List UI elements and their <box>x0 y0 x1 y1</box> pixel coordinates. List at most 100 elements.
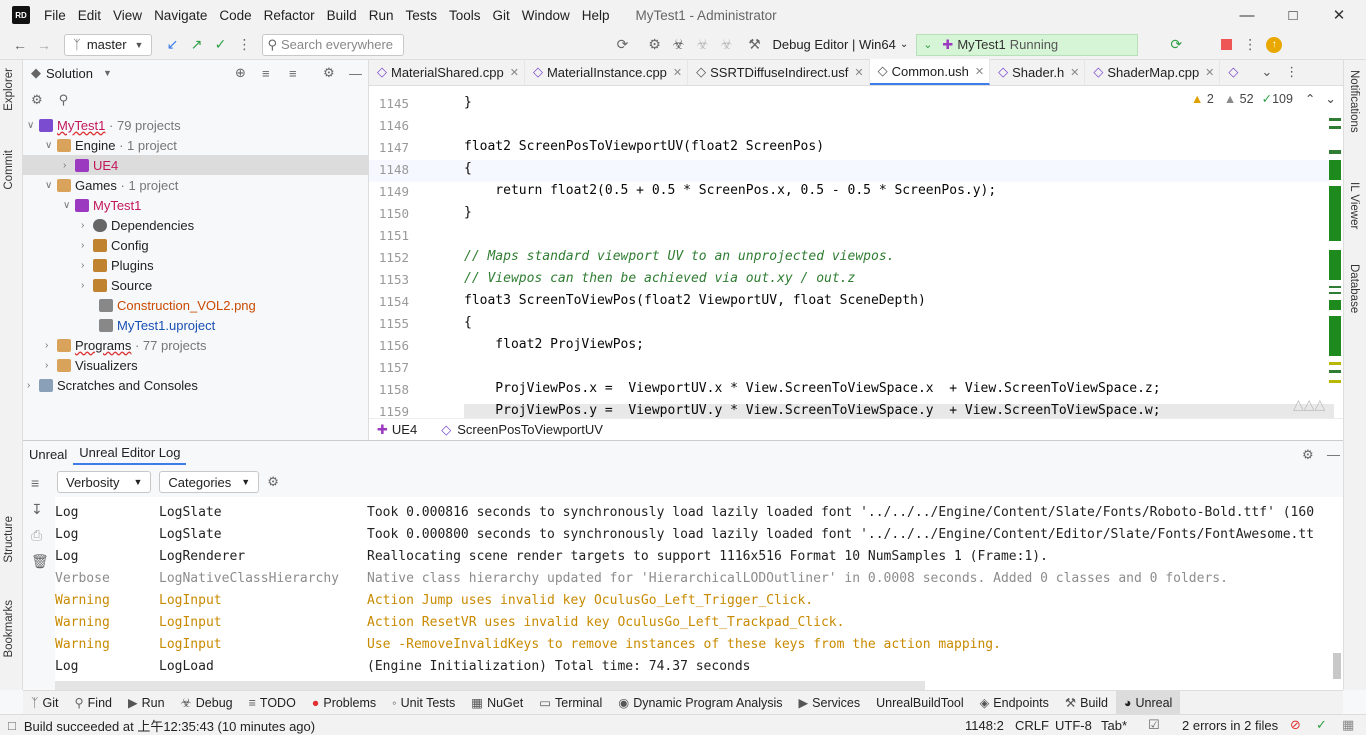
tab-unreal-editor-log[interactable]: Unreal Editor Log <box>73 445 187 465</box>
forward-arrow-icon[interactable]: → <box>32 33 56 57</box>
memory-indicator-icon[interactable]: ▦ <box>1342 717 1354 733</box>
tool-tab-services[interactable]: ▶ Services <box>791 691 869 715</box>
explorer-options-icon[interactable]: ⚙ <box>31 92 43 108</box>
solution-title[interactable]: Solution <box>46 66 93 81</box>
verbosity-dropdown[interactable]: Verbosity ▼ <box>57 471 152 493</box>
marker[interactable] <box>1329 316 1341 356</box>
log-row[interactable]: Verbose LogNativeClassHierarchy Native cla… <box>55 567 1343 589</box>
more-icon[interactable]: ⋮ <box>232 33 256 57</box>
code-editor[interactable]: 1145 1146 1147 1148 1149 1150 1151 1152 … <box>369 86 1343 418</box>
more-tabs-icon[interactable]: ◇ <box>1220 59 1243 85</box>
tool-tab-git[interactable]: ᛉ Git <box>23 691 67 715</box>
minimize-button[interactable]: — <box>1224 0 1270 30</box>
trash-icon[interactable]: 🗑 <box>31 553 49 570</box>
marker[interactable] <box>1329 370 1341 373</box>
commit-tab[interactable]: Commit <box>3 150 15 190</box>
settings-gear-icon[interactable]: ⚙ <box>267 474 279 490</box>
caret-position[interactable]: 1148:2 <box>965 718 1004 733</box>
il-viewer-tab[interactable]: IL Viewer <box>1348 182 1360 229</box>
tab-shader-h[interactable]: ◇ Shader.h ✕ <box>990 59 1086 85</box>
marker[interactable] <box>1329 126 1341 129</box>
menu-tools[interactable]: Tools <box>443 8 487 23</box>
context-actions-icon[interactable]: △△△ <box>1293 396 1325 413</box>
tab-materialshared[interactable]: ◇ MaterialShared.cpp ✕ <box>369 59 525 85</box>
menu-window[interactable]: Window <box>516 8 576 23</box>
tree-item-source[interactable]: › Source <box>81 275 152 295</box>
inspection-widget[interactable]: ▲ 2 ▲ 52 ✓ 109 ⌃ ⌄ <box>1191 91 1336 107</box>
menu-navigate[interactable]: Navigate <box>148 8 213 23</box>
log-row[interactable]: Warning LogInput Use -RemoveInvalidKeys to… <box>55 633 1343 655</box>
menu-view[interactable]: View <box>107 8 148 23</box>
menu-file[interactable]: File <box>38 8 72 23</box>
tree-item-engine[interactable]: ∨ Engine · 1 project <box>45 135 177 155</box>
tree-item-config[interactable]: › Config <box>81 235 149 255</box>
attach-bug-icon[interactable]: ☣ <box>690 33 714 57</box>
line-separator[interactable]: CRLF <box>1015 718 1049 733</box>
scroll-to-end-icon[interactable]: ↧ <box>31 501 43 518</box>
tool-tab-nuget[interactable]: ▦ NuGet <box>463 691 531 715</box>
run-configuration[interactable]: ⌄ ✚ MyTest1 Running <box>916 33 1139 56</box>
log-row[interactable]: Log LogSlate Took 0.000816 seconds to sync… <box>55 501 1343 523</box>
menu-refactor[interactable]: Refactor <box>258 8 321 23</box>
tab-unreal[interactable]: Unreal <box>23 447 73 462</box>
tree-item-programs[interactable]: › Programs · 77 projects <box>45 335 207 355</box>
tool-tab-build[interactable]: ⚒ Build <box>1057 691 1116 715</box>
profile-bug-icon[interactable]: ☣ <box>714 33 738 57</box>
more-icon[interactable]: ⋮ <box>1277 59 1303 85</box>
tool-tab-find[interactable]: ⚲ Find <box>67 691 120 715</box>
menu-lines-icon[interactable]: ≡ <box>31 475 39 491</box>
marker[interactable] <box>1329 292 1341 294</box>
tool-tab-unrealbuildtool[interactable]: UnrealBuildTool <box>868 691 972 715</box>
tab-common-ush[interactable]: ◇ Common.ush ✕ <box>869 59 991 85</box>
marker[interactable] <box>1329 286 1341 288</box>
structure-tab[interactable]: Structure <box>3 516 15 563</box>
tool-tab-endpoints[interactable]: ◈ Endpoints <box>972 691 1057 715</box>
chevron-down-icon[interactable]: ▼ <box>103 68 112 78</box>
vertical-scrollbar[interactable] <box>1333 653 1341 679</box>
settings-gear-icon[interactable]: ⚙ <box>323 65 335 81</box>
chevron-up-icon[interactable]: ⌃ <box>1305 91 1315 106</box>
marker[interactable] <box>1329 118 1341 121</box>
chevron-down-icon[interactable]: ⌄ <box>1325 91 1335 106</box>
lock-icon[interactable]: ☑ <box>1148 717 1160 733</box>
tree-item-uproject[interactable]: MyTest1.uproject <box>99 315 215 335</box>
log-row[interactable]: Log LogRenderer Reallocating scene render … <box>55 545 1343 567</box>
breadcrumb-symbol[interactable]: ScreenPosToViewportUV <box>457 422 603 437</box>
panel-toggle-icon[interactable]: □ <box>8 718 16 733</box>
marker[interactable] <box>1329 150 1341 154</box>
menu-help[interactable]: Help <box>576 8 616 23</box>
close-icon[interactable]: ✕ <box>975 65 984 78</box>
marker[interactable] <box>1329 380 1341 383</box>
marker[interactable] <box>1329 160 1341 180</box>
tree-item-games[interactable]: ∨ Games · 1 project <box>45 175 178 195</box>
menu-tests[interactable]: Tests <box>399 8 443 23</box>
categories-dropdown[interactable]: Categories ▼ <box>159 471 260 493</box>
refresh-icon[interactable]: ⟳ <box>610 33 634 57</box>
marker[interactable] <box>1329 300 1341 310</box>
tool-tab-unit-tests[interactable]: ◦ Unit Tests <box>384 691 463 715</box>
tool-tab-problems[interactable]: ● Problems <box>304 691 384 715</box>
more-icon[interactable]: ⋮ <box>1238 33 1262 57</box>
tool-tab-terminal[interactable]: ▭ Terminal <box>531 691 610 715</box>
git-push-icon[interactable]: ↗ <box>184 33 208 57</box>
menu-git[interactable]: Git <box>487 8 516 23</box>
update-available-icon[interactable]: ↑ <box>1262 33 1286 57</box>
indent-setting[interactable]: Tab* <box>1101 718 1127 733</box>
log-row[interactable]: Log LogLoad (Engine Initialization) Total … <box>55 655 1343 677</box>
print-icon[interactable]: ⎙ <box>31 527 42 544</box>
tool-tab-debug[interactable]: ☣ Debug <box>173 691 241 715</box>
tree-item-dependencies[interactable]: › Dependencies <box>81 215 194 235</box>
log-row[interactable]: Warning LogInput Action Jump uses invalid … <box>55 589 1343 611</box>
build-configuration-selector[interactable]: Debug Editor | Win64 <box>772 37 895 52</box>
log-row[interactable]: Log LogSlate Took 0.000800 seconds to sync… <box>55 523 1343 545</box>
hide-icon[interactable]: — <box>1321 447 1346 462</box>
debug-bug-icon[interactable]: ☣ <box>666 33 690 57</box>
tree-item-ue4[interactable]: › UE4 <box>63 155 118 175</box>
error-stop-icon[interactable]: ⊘ <box>1290 717 1301 733</box>
tree-item-construction-png[interactable]: Construction_VOL2.png <box>99 295 256 315</box>
menu-code[interactable]: Code <box>213 8 257 23</box>
menu-build[interactable]: Build <box>321 8 363 23</box>
search-icon[interactable]: ⚲ <box>59 92 69 108</box>
status-message[interactable]: Build succeeded at 上午12:35:43 (10 minute… <box>24 716 315 735</box>
tab-ssrtdiffuseindirect[interactable]: ◇ SSRTDiffuseIndirect.usf ✕ <box>688 59 870 85</box>
